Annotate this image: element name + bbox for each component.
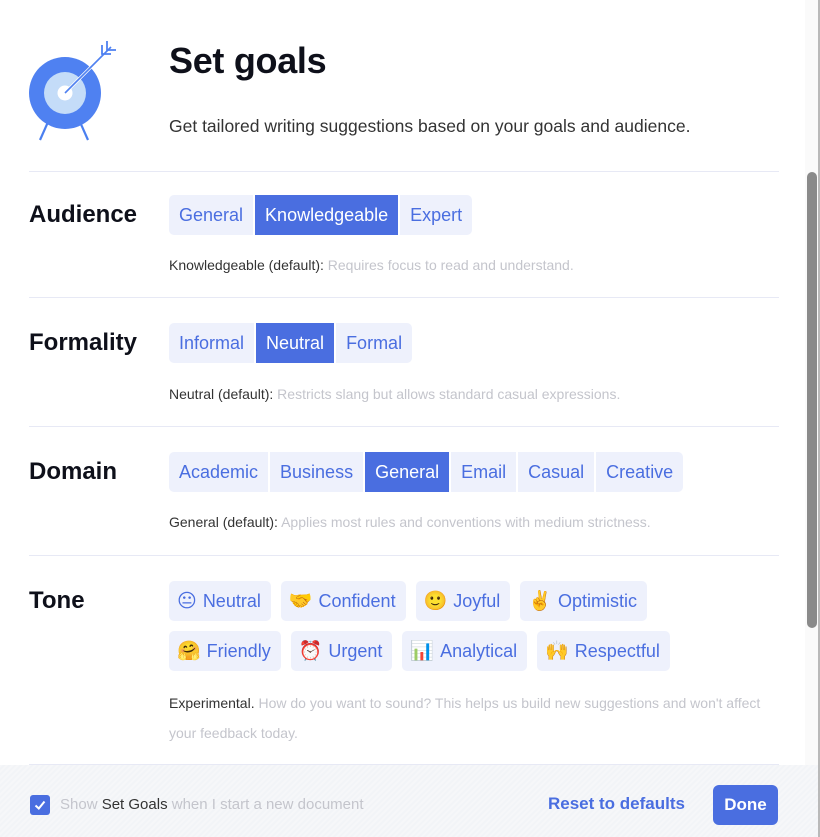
audience-description-strong: Knowledgeable (default):: [169, 257, 324, 273]
done-button[interactable]: Done: [713, 785, 778, 825]
tone-description-strong: Experimental.: [169, 695, 255, 711]
tone-chip-label: Optimistic: [557, 591, 637, 611]
formality-label: Formality: [29, 329, 138, 356]
tone-chip-joyful[interactable]: 🙂 Joyful: [415, 581, 511, 621]
set-goals-dialog: Set goals Get tailored writing suggestio…: [0, 0, 820, 837]
tone-chip-analytical[interactable]: 📊 Analytical: [402, 631, 528, 671]
tone-chip-label: Neutral: [202, 591, 261, 611]
tone-chip-respectful[interactable]: 🙌 Respectful: [537, 631, 670, 671]
tone-chip-label: Respectful: [574, 641, 660, 661]
handshake-icon: 🤝: [288, 590, 313, 612]
domain-description: General (default): Applies most rules an…: [169, 514, 651, 530]
show-set-goals-checkbox[interactable]: [30, 795, 50, 815]
dialog-footer: Show Set Goals when I start a new docume…: [0, 765, 820, 837]
raised-hands-icon: 🙌: [545, 640, 569, 662]
hugging-face-icon: 🤗: [177, 640, 201, 662]
formality-segmented-control: Informal Neutral Formal: [169, 323, 413, 363]
audience-option-knowledgeable[interactable]: Knowledgeable: [255, 195, 399, 235]
reset-to-defaults-button[interactable]: Reset to defaults: [548, 794, 685, 814]
formality-description-strong: Neutral (default):: [169, 386, 274, 402]
tone-chip-label: Urgent: [328, 641, 383, 661]
tone-chip-confident[interactable]: 🤝 Confident: [280, 581, 406, 621]
checkmark-icon: [34, 800, 46, 810]
show-label-prefix: Show: [60, 796, 102, 813]
formality-option-neutral[interactable]: Neutral: [256, 323, 335, 363]
domain-option-academic[interactable]: Academic: [169, 452, 269, 492]
domain-option-creative[interactable]: Creative: [596, 452, 684, 492]
domain-option-business[interactable]: Business: [270, 452, 364, 492]
tone-chips-row-1: 😐 Neutral 🤝 Confident 🙂 Joyful ✌️ Optimi…: [169, 581, 647, 621]
formality-description-text: Restricts slang but allows standard casu…: [273, 386, 621, 402]
divider: [29, 555, 779, 556]
audience-label: Audience: [29, 201, 138, 228]
tone-chip-label: Confident: [318, 591, 396, 611]
target-arrow-icon: [26, 40, 122, 144]
formality-option-formal[interactable]: Formal: [336, 323, 413, 363]
tone-chip-optimistic[interactable]: ✌️ Optimistic: [520, 581, 647, 621]
show-label-suffix: when I start a new document: [167, 796, 364, 813]
tone-chip-neutral[interactable]: 😐 Neutral: [169, 581, 271, 621]
audience-option-expert[interactable]: Expert: [400, 195, 473, 235]
page-title: Set goals: [169, 40, 327, 81]
formality-description: Neutral (default): Restricts slang but a…: [169, 386, 620, 402]
divider: [29, 171, 779, 172]
divider: [29, 297, 779, 298]
domain-label: Domain: [29, 458, 118, 485]
tone-chip-label: Joyful: [453, 591, 501, 611]
alarm-clock-icon: ⏰: [298, 640, 323, 662]
scrollbar-thumb[interactable]: [807, 172, 817, 628]
audience-option-general[interactable]: General: [169, 195, 254, 235]
audience-description-text: Requires focus to read and understand.: [323, 257, 574, 273]
audience-description: Knowledgeable (default): Requires focus …: [169, 257, 574, 273]
tone-description: Experimental. How do you want to sound? …: [169, 688, 769, 748]
smiling-face-icon: 🙂: [423, 590, 448, 612]
domain-option-general[interactable]: General: [365, 452, 450, 492]
tone-chip-label: Analytical: [440, 641, 518, 661]
tone-chip-label: Friendly: [206, 641, 271, 661]
victory-hand-icon: ✌️: [528, 590, 552, 612]
tone-description-text: How do you want to sound? This helps us …: [169, 695, 761, 741]
tone-label: Tone: [29, 587, 85, 614]
show-label-strong: Set Goals: [101, 796, 168, 813]
formality-option-informal[interactable]: Informal: [169, 323, 255, 363]
tone-chip-friendly[interactable]: 🤗 Friendly: [169, 631, 281, 671]
audience-segmented-control: General Knowledgeable Expert: [169, 195, 473, 235]
tone-chip-urgent[interactable]: ⏰ Urgent: [290, 631, 393, 671]
domain-segmented-control: Academic Business General Email Casual C…: [169, 452, 684, 492]
show-set-goals-label: Show Set Goals when I start a new docume…: [60, 796, 364, 813]
divider: [29, 426, 779, 427]
domain-description-text: Applies most rules and conventions with …: [277, 514, 651, 530]
domain-description-strong: General (default):: [169, 514, 278, 530]
neutral-face-icon: 😐: [177, 590, 197, 612]
domain-option-email[interactable]: Email: [451, 452, 517, 492]
tone-chips-row-2: 🤗 Friendly ⏰ Urgent 📊 Analytical 🙌 Respe…: [169, 631, 670, 671]
domain-option-casual[interactable]: Casual: [518, 452, 595, 492]
page-subtitle: Get tailored writing suggestions based o…: [169, 116, 691, 136]
bar-chart-icon: 📊: [410, 640, 435, 662]
